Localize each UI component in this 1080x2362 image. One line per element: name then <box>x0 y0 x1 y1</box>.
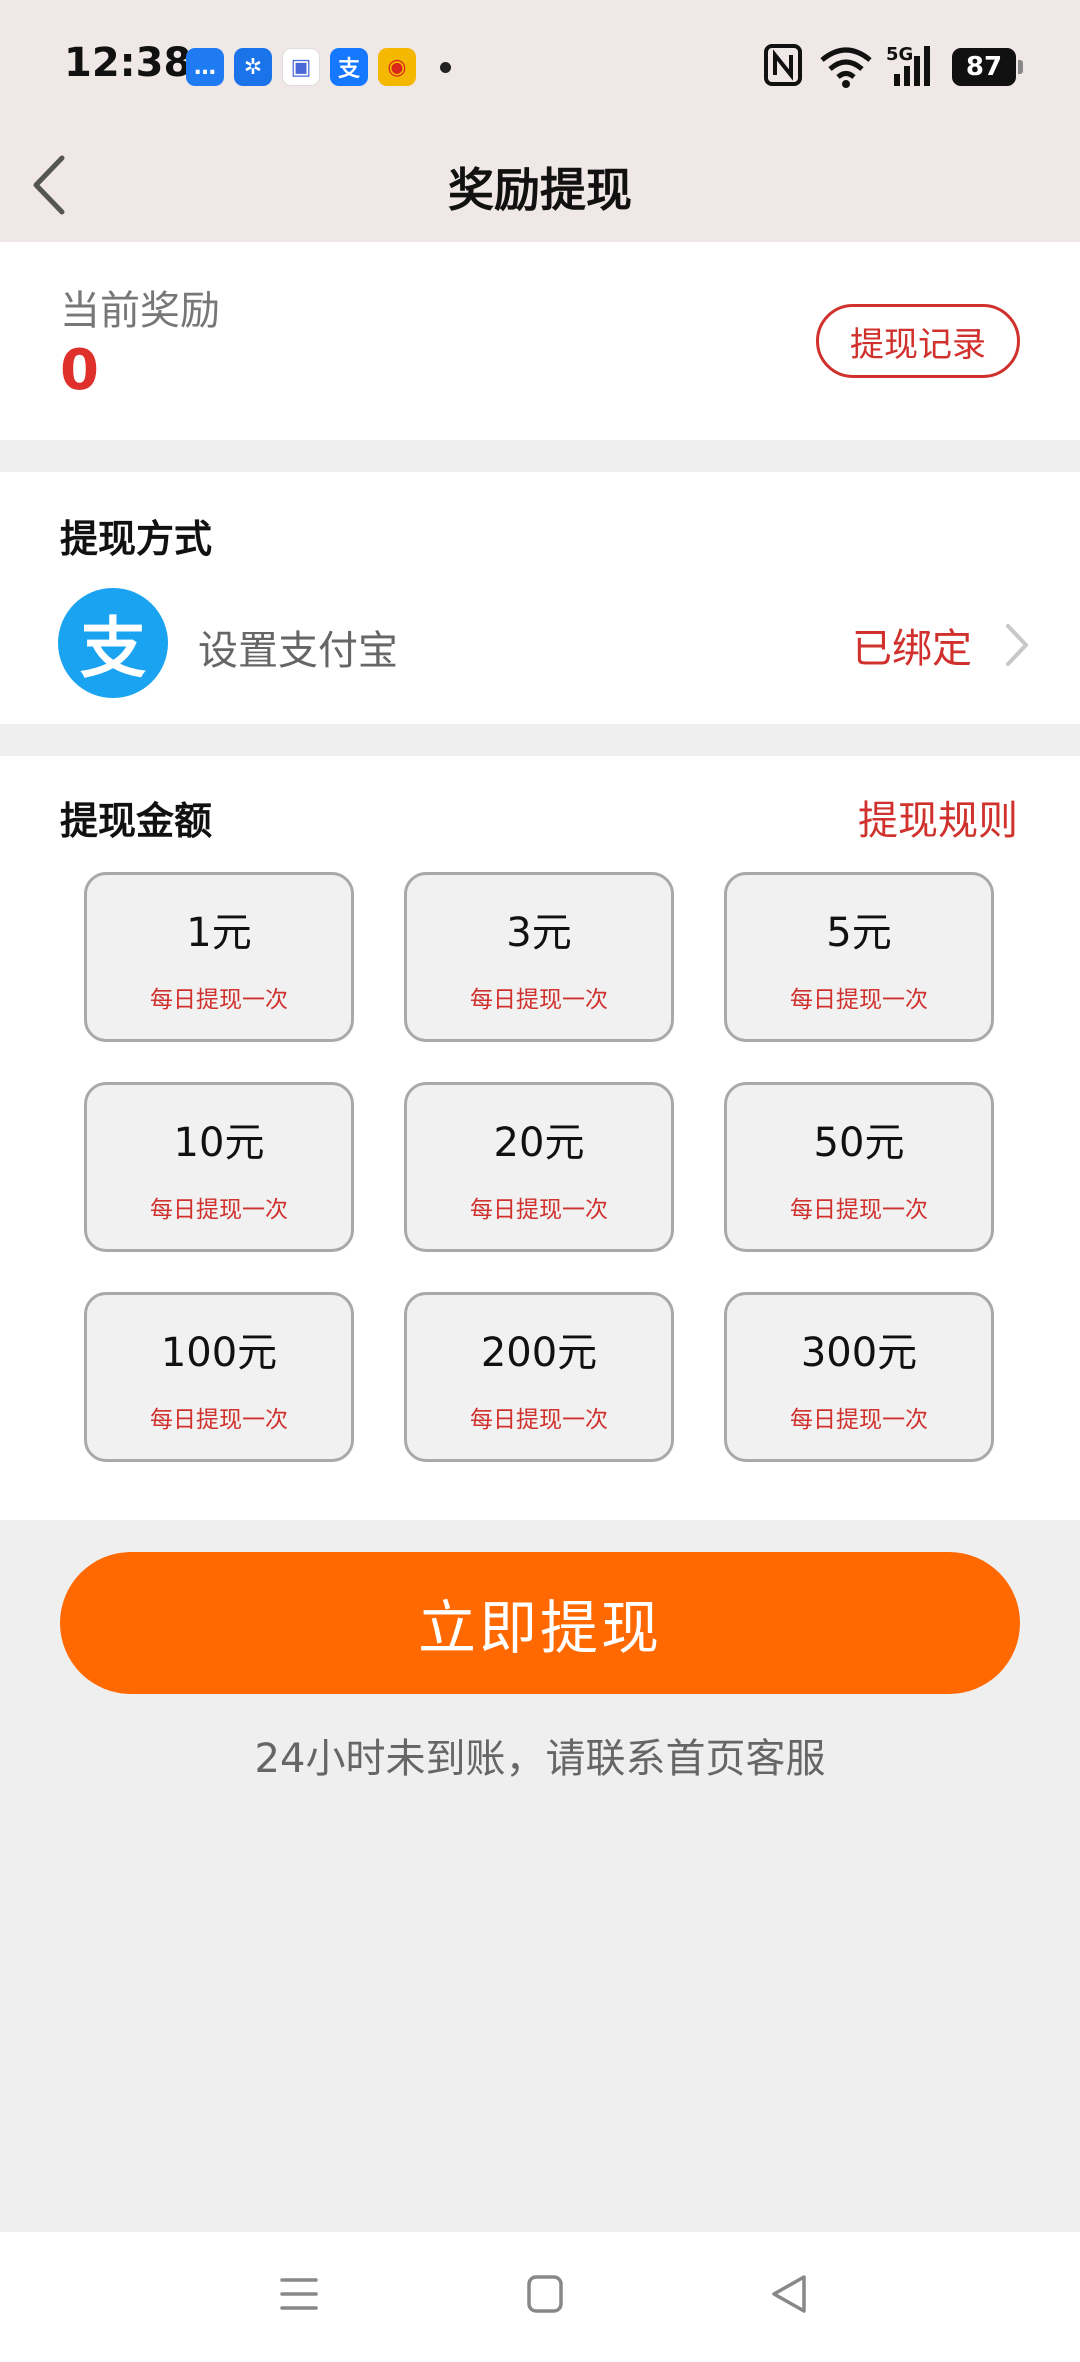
reward-label: 当前奖励 <box>60 288 220 334</box>
status-time: 12:38 <box>64 40 192 86</box>
amount-title: 提现金额 <box>60 799 213 843</box>
option-amount: 200元 <box>480 1330 598 1376</box>
weibo-icon: ◉ <box>378 48 416 86</box>
option-note: 每日提现一次 <box>150 1407 288 1433</box>
signal-icon <box>894 46 930 86</box>
nfc-icon <box>764 44 802 86</box>
back-triangle-icon[interactable] <box>768 2272 810 2316</box>
option-amount: 300元 <box>800 1330 918 1376</box>
messages-icon: … <box>186 48 224 86</box>
system-nav-bar <box>0 2232 1080 2362</box>
amount-options: 1元 每日提现一次 3元 每日提现一次 5元 每日提现一次 10元 每日提现一次 20元… <box>84 872 996 1462</box>
nav-bar: 奖励提现 <box>0 130 1080 242</box>
alipay-notif-icon: 支 <box>330 48 368 86</box>
home-icon[interactable] <box>524 2272 566 2316</box>
withdraw-method-card: 提现方式 支 设置支付宝 已绑定 <box>0 472 1080 724</box>
withdraw-rules-link[interactable]: 提现规则 <box>858 788 1018 846</box>
alipay-label: 设置支付宝 <box>198 628 398 674</box>
option-note: 每日提现一次 <box>790 1197 928 1223</box>
alipay-logo-icon: 支 <box>58 588 168 698</box>
option-amount: 10元 <box>173 1120 265 1166</box>
status-bar: 12:38 … ✲ ▣ 支 ◉ 5G 87 <box>0 0 1080 130</box>
battery-indicator: 87 <box>952 48 1023 86</box>
option-note: 每日提现一次 <box>470 1407 608 1433</box>
amount-option[interactable]: 200元每日提现一次 <box>404 1292 674 1462</box>
pinwheel-app-icon: ✲ <box>234 48 272 86</box>
option-note: 每日提现一次 <box>790 1407 928 1433</box>
option-note: 每日提现一次 <box>150 1197 288 1223</box>
withdraw-record-button[interactable]: 提现记录 <box>816 304 1020 378</box>
chat-app-icon: ▣ <box>282 48 320 86</box>
support-note: 24小时未到账，请联系首页客服 <box>254 1736 826 1782</box>
option-note: 每日提现一次 <box>470 1197 608 1223</box>
withdraw-amount-card: 提现金额 提现规则 1元每日提现一次 3元每日提现一次 5元每日提现一次 10元… <box>0 756 1080 1520</box>
option-amount: 100元 <box>160 1330 278 1376</box>
bound-status: 已绑定 <box>852 626 972 672</box>
option-amount: 20元 <box>493 1120 585 1166</box>
method-title: 提现方式 <box>60 517 213 561</box>
header: 12:38 … ✲ ▣ 支 ◉ 5G 87 奖励提现 <box>0 0 1080 242</box>
amount-option[interactable]: 100元每日提现一次 <box>84 1292 354 1462</box>
option-note: 每日提现一次 <box>790 987 928 1013</box>
wifi-icon <box>820 47 872 88</box>
reward-card: 当前奖励 0 提现记录 <box>0 242 1080 440</box>
amount-option[interactable]: 50元每日提现一次 <box>724 1082 994 1252</box>
amount-option[interactable]: 3元每日提现一次 <box>404 872 674 1042</box>
amount-option[interactable]: 300元每日提现一次 <box>724 1292 994 1462</box>
option-amount: 5元 <box>826 910 892 956</box>
option-note: 每日提现一次 <box>150 987 288 1013</box>
amount-option[interactable]: 5元每日提现一次 <box>724 872 994 1042</box>
menu-icon[interactable] <box>278 2272 320 2316</box>
option-amount: 50元 <box>813 1120 905 1166</box>
withdraw-now-button[interactable]: 立即提现 <box>60 1552 1020 1694</box>
reward-value: 0 <box>60 338 99 403</box>
option-note: 每日提现一次 <box>470 987 608 1013</box>
page-title: 奖励提现 <box>448 163 632 217</box>
option-amount: 1元 <box>186 910 252 956</box>
amount-option[interactable]: 10元每日提现一次 <box>84 1082 354 1252</box>
more-notifications-dot <box>440 62 451 73</box>
amount-option[interactable]: 20元每日提现一次 <box>404 1082 674 1252</box>
chevron-right-icon <box>1006 624 1028 666</box>
amount-option[interactable]: 1元每日提现一次 <box>84 872 354 1042</box>
option-amount: 3元 <box>506 910 572 956</box>
